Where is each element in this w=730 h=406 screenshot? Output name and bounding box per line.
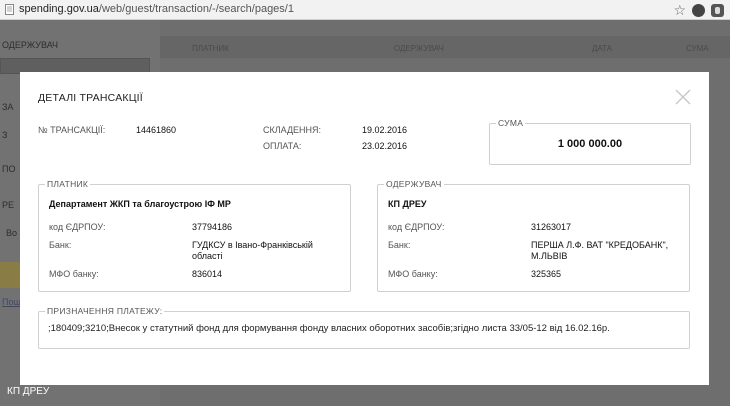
bookmark-star-icon[interactable]: ☆ bbox=[673, 2, 686, 18]
recipient-bank-line2: М.ЛЬВІВ bbox=[531, 251, 568, 261]
recipient-legend: ОДЕРЖУВАЧ bbox=[384, 179, 444, 189]
extension-owl-icon[interactable] bbox=[711, 3, 724, 17]
close-icon[interactable] bbox=[675, 89, 691, 105]
modal-title: ДЕТАЛІ ТРАНСАКЦІЇ bbox=[38, 92, 143, 104]
bg-label-from: З bbox=[2, 130, 8, 140]
payer-mfo-value: 836014 bbox=[192, 269, 223, 279]
page-icon bbox=[5, 4, 14, 15]
bg-label-for: ЗА bbox=[2, 102, 14, 112]
bg-label-region: РЕ bbox=[2, 200, 15, 210]
payer-bank-label: Банк: bbox=[49, 240, 72, 250]
recipient-mfo-label: МФО банку: bbox=[388, 269, 438, 279]
recipient-mfo-value: 325365 bbox=[531, 269, 562, 279]
browser-address-bar[interactable]: spending.gov.ua/web/guest/transaction/-/… bbox=[0, 0, 730, 20]
payer-bank-value: ГУДКСУ в Івано-Франківській області bbox=[192, 240, 313, 262]
composed-date: 19.02.2016 bbox=[362, 125, 408, 135]
amount-value: 1 000 000.00 bbox=[557, 138, 623, 150]
transaction-details-modal: ДЕТАЛІ ТРАНСАКЦІЇ № ТРАНСАКЦІЇ: 14461860… bbox=[20, 72, 709, 385]
url-host: spending.gov.ua bbox=[19, 3, 99, 15]
bg-col-payer: ПЛАТНИК bbox=[192, 44, 229, 53]
paid-label: ОПЛАТА: bbox=[263, 141, 302, 151]
payment-purpose-panel: ПРИЗНАЧЕННЯ ПЛАТЕЖУ: ;180409;3210;Внесок… bbox=[38, 306, 690, 349]
bg-table-header bbox=[160, 36, 730, 58]
bg-col-amount: СУМА bbox=[686, 44, 709, 53]
status-tooltip-text: КП ДРЕУ bbox=[7, 386, 50, 397]
payer-bank-line2: області bbox=[192, 251, 223, 261]
amount-legend: СУМА bbox=[496, 118, 526, 128]
bg-col-recipient: ОДЕРЖУВАЧ bbox=[394, 44, 444, 53]
payer-mfo-label: МФО банку: bbox=[49, 269, 99, 279]
transaction-number-value: 14461860 bbox=[136, 125, 177, 135]
payer-name: Департамент ЖКП та благоустрою ІФ МР bbox=[49, 199, 231, 209]
payer-edrpou-label: код ЄДРПОУ: bbox=[49, 222, 106, 232]
amount-box: СУМА 1 000 000.00 bbox=[489, 118, 691, 165]
payer-edrpou-value: 37794186 bbox=[192, 222, 233, 232]
payer-legend: ПЛАТНИК bbox=[45, 179, 91, 189]
payment-purpose-legend: ПРИЗНАЧЕННЯ ПЛАТЕЖУ: bbox=[45, 306, 165, 316]
transaction-number-label: № ТРАНСАКЦІЇ: bbox=[38, 125, 106, 135]
recipient-bank-value: ПЕРША Л.Ф. ВАТ "КРЕДОБАНК", М.ЛЬВІВ bbox=[531, 240, 668, 262]
recipient-edrpou-label: код ЄДРПОУ: bbox=[388, 222, 445, 232]
payment-purpose-text: ;180409;3210;Внесок у статутний фонд для… bbox=[48, 323, 610, 334]
url-text[interactable]: spending.gov.ua/web/guest/transaction/-/… bbox=[19, 3, 294, 15]
extension-icon[interactable] bbox=[692, 3, 705, 17]
bg-label-all: Во bbox=[6, 228, 18, 238]
recipient-edrpou-value: 31263017 bbox=[531, 222, 572, 232]
bg-col-date: ДАТА bbox=[592, 44, 613, 53]
bg-link: Пош bbox=[2, 297, 21, 307]
url-path: /web/guest/transaction/-/search/pages/1 bbox=[98, 3, 294, 15]
bg-label-recipient: ОДЕРЖУВАЧ bbox=[2, 40, 59, 50]
recipient-bank-line1: ПЕРША Л.Ф. ВАТ "КРЕДОБАНК", bbox=[531, 240, 669, 250]
bg-search-button bbox=[0, 262, 22, 288]
recipient-name: КП ДРЕУ bbox=[388, 199, 427, 209]
recipient-bank-label: Банк: bbox=[388, 240, 411, 250]
recipient-panel: ОДЕРЖУВАЧ КП ДРЕУ код ЄДРПОУ: 31263017 Б… bbox=[377, 179, 690, 292]
payer-panel: ПЛАТНИК Департамент ЖКП та благоустрою І… bbox=[38, 179, 351, 292]
browser-toolbar-icons: ☆ bbox=[673, 2, 724, 18]
paid-date: 23.02.2016 bbox=[362, 141, 408, 151]
composed-label: СКЛАДЕННЯ: bbox=[263, 125, 322, 135]
bg-label-to: ПО bbox=[2, 164, 16, 174]
payer-bank-line1: ГУДКСУ в Івано-Франківській bbox=[192, 240, 313, 250]
